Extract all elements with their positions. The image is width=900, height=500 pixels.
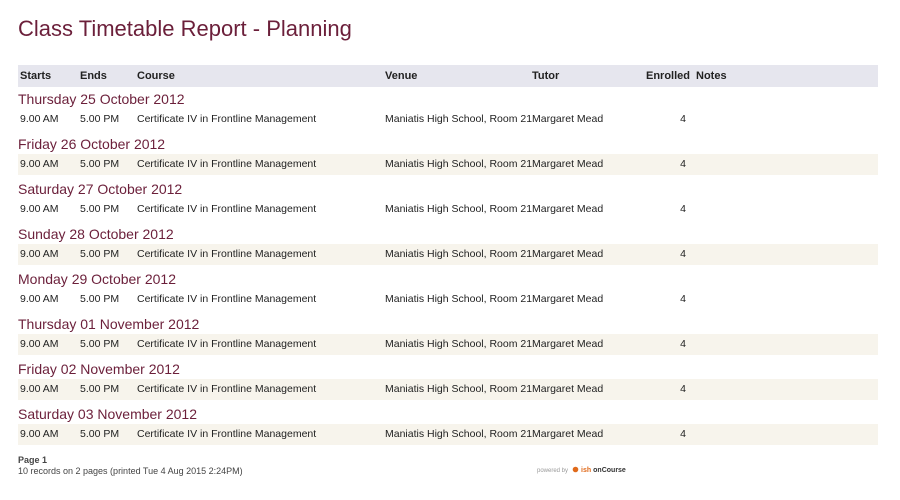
cell-enrolled: 4 xyxy=(680,248,686,260)
column-header-tutor: Tutor xyxy=(532,70,560,82)
table-row: 9.00 AM 5.00 PM Certificate IV in Frontl… xyxy=(18,154,878,175)
cell-starts: 9.00 AM xyxy=(20,428,59,440)
cell-venue: Maniatis High School, Room 21 xyxy=(385,158,533,170)
column-header-venue: Venue xyxy=(385,70,418,82)
cell-starts: 9.00 AM xyxy=(20,383,59,395)
cell-venue: Maniatis High School, Room 21 xyxy=(385,428,533,440)
column-header-starts: Starts xyxy=(20,70,52,82)
cell-venue: Maniatis High School, Room 21 xyxy=(385,383,533,395)
ish-icon xyxy=(572,466,579,475)
cell-tutor: Margaret Mead xyxy=(532,428,604,440)
date-heading: Sunday 28 October 2012 xyxy=(18,226,174,242)
cell-course: Certificate IV in Frontline Management xyxy=(137,113,317,125)
cell-ends: 5.00 PM xyxy=(80,338,120,350)
cell-enrolled: 4 xyxy=(680,428,686,440)
table-row: 9.00 AM 5.00 PM Certificate IV in Frontl… xyxy=(18,244,878,265)
cell-tutor: Margaret Mead xyxy=(532,338,604,350)
cell-ends: 5.00 PM xyxy=(80,428,120,440)
date-heading: Friday 02 November 2012 xyxy=(18,361,180,377)
cell-venue: Maniatis High School, Room 21 xyxy=(385,203,533,215)
cell-ends: 5.00 PM xyxy=(80,113,120,125)
cell-enrolled: 4 xyxy=(680,338,686,350)
table-row: 9.00 AM 5.00 PM Certificate IV in Frontl… xyxy=(18,379,878,400)
cell-course: Certificate IV in Frontline Management xyxy=(137,248,317,260)
brand-logo: ish onCourse xyxy=(572,466,626,475)
date-heading: Friday 26 October 2012 xyxy=(18,136,166,152)
date-group: Monday 29 October 2012 9.00 AM 5.00 PM C… xyxy=(18,269,878,314)
date-group: Thursday 01 November 2012 9.00 AM 5.00 P… xyxy=(18,314,878,359)
cell-course: Certificate IV in Frontline Management xyxy=(137,293,317,305)
cell-enrolled: 4 xyxy=(680,158,686,170)
cell-starts: 9.00 AM xyxy=(20,113,59,125)
date-heading: Saturday 27 October 2012 xyxy=(18,181,183,197)
date-group: Sunday 28 October 2012 9.00 AM 5.00 PM C… xyxy=(18,224,878,269)
column-header-enrolled: Enrolled xyxy=(646,70,691,82)
timetable-body: Thursday 25 October 2012 9.00 AM 5.00 PM… xyxy=(18,89,878,449)
table-row: 9.00 AM 5.00 PM Certificate IV in Frontl… xyxy=(18,199,878,220)
cell-venue: Maniatis High School, Room 21 xyxy=(385,293,533,305)
cell-venue: Maniatis High School, Room 21 xyxy=(385,113,533,125)
cell-course: Certificate IV in Frontline Management xyxy=(137,338,317,350)
cell-starts: 9.00 AM xyxy=(20,293,59,305)
cell-ends: 5.00 PM xyxy=(80,248,120,260)
records-info: 10 records on 2 pages (printed Tue 4 Aug… xyxy=(18,466,243,476)
cell-starts: 9.00 AM xyxy=(20,158,59,170)
date-group: Saturday 27 October 2012 9.00 AM 5.00 PM… xyxy=(18,179,878,224)
table-header: Starts Ends Course Venue Tutor Enrolled … xyxy=(18,65,878,87)
cell-course: Certificate IV in Frontline Management xyxy=(137,383,317,395)
cell-tutor: Margaret Mead xyxy=(532,383,604,395)
brand-name: onCourse xyxy=(593,467,626,474)
cell-enrolled: 4 xyxy=(680,203,686,215)
cell-starts: 9.00 AM xyxy=(20,248,59,260)
cell-enrolled: 4 xyxy=(680,113,686,125)
table-row: 9.00 AM 5.00 PM Certificate IV in Frontl… xyxy=(18,424,878,445)
cell-ends: 5.00 PM xyxy=(80,158,120,170)
cell-enrolled: 4 xyxy=(680,293,686,305)
column-header-course: Course xyxy=(137,70,175,82)
cell-ends: 5.00 PM xyxy=(80,293,120,305)
page-number: Page 1 xyxy=(18,455,48,465)
cell-course: Certificate IV in Frontline Management xyxy=(137,428,317,440)
date-heading: Saturday 03 November 2012 xyxy=(18,406,197,422)
date-group: Saturday 03 November 2012 9.00 AM 5.00 P… xyxy=(18,404,878,449)
table-row: 9.00 AM 5.00 PM Certificate IV in Frontl… xyxy=(18,289,878,310)
cell-tutor: Margaret Mead xyxy=(532,113,604,125)
cell-tutor: Margaret Mead xyxy=(532,293,604,305)
cell-enrolled: 4 xyxy=(680,383,686,395)
cell-tutor: Margaret Mead xyxy=(532,248,604,260)
date-heading: Thursday 01 November 2012 xyxy=(18,316,200,332)
cell-tutor: Margaret Mead xyxy=(532,203,604,215)
date-group: Thursday 25 October 2012 9.00 AM 5.00 PM… xyxy=(18,89,878,134)
report-title: Class Timetable Report - Planning xyxy=(18,16,352,41)
cell-venue: Maniatis High School, Room 21 xyxy=(385,248,533,260)
date-heading: Thursday 25 October 2012 xyxy=(18,91,185,107)
cell-course: Certificate IV in Frontline Management xyxy=(137,203,317,215)
cell-venue: Maniatis High School, Room 21 xyxy=(385,338,533,350)
date-heading: Monday 29 October 2012 xyxy=(18,271,176,287)
date-group: Friday 26 October 2012 9.00 AM 5.00 PM C… xyxy=(18,134,878,179)
cell-ends: 5.00 PM xyxy=(80,383,120,395)
cell-ends: 5.00 PM xyxy=(80,203,120,215)
date-group: Friday 02 November 2012 9.00 AM 5.00 PM … xyxy=(18,359,878,404)
powered-by-label: powered by xyxy=(537,467,569,474)
cell-tutor: Margaret Mead xyxy=(532,158,604,170)
brand-mark-text: ish xyxy=(581,467,592,474)
cell-starts: 9.00 AM xyxy=(20,203,59,215)
column-header-notes: Notes xyxy=(696,70,727,82)
powered-by-logo: powered by ish onCourse xyxy=(537,466,626,475)
column-header-ends: Ends xyxy=(80,70,107,82)
table-row: 9.00 AM 5.00 PM Certificate IV in Frontl… xyxy=(18,334,878,355)
cell-course: Certificate IV in Frontline Management xyxy=(137,158,317,170)
table-row: 9.00 AM 5.00 PM Certificate IV in Frontl… xyxy=(18,109,878,130)
cell-starts: 9.00 AM xyxy=(20,338,59,350)
